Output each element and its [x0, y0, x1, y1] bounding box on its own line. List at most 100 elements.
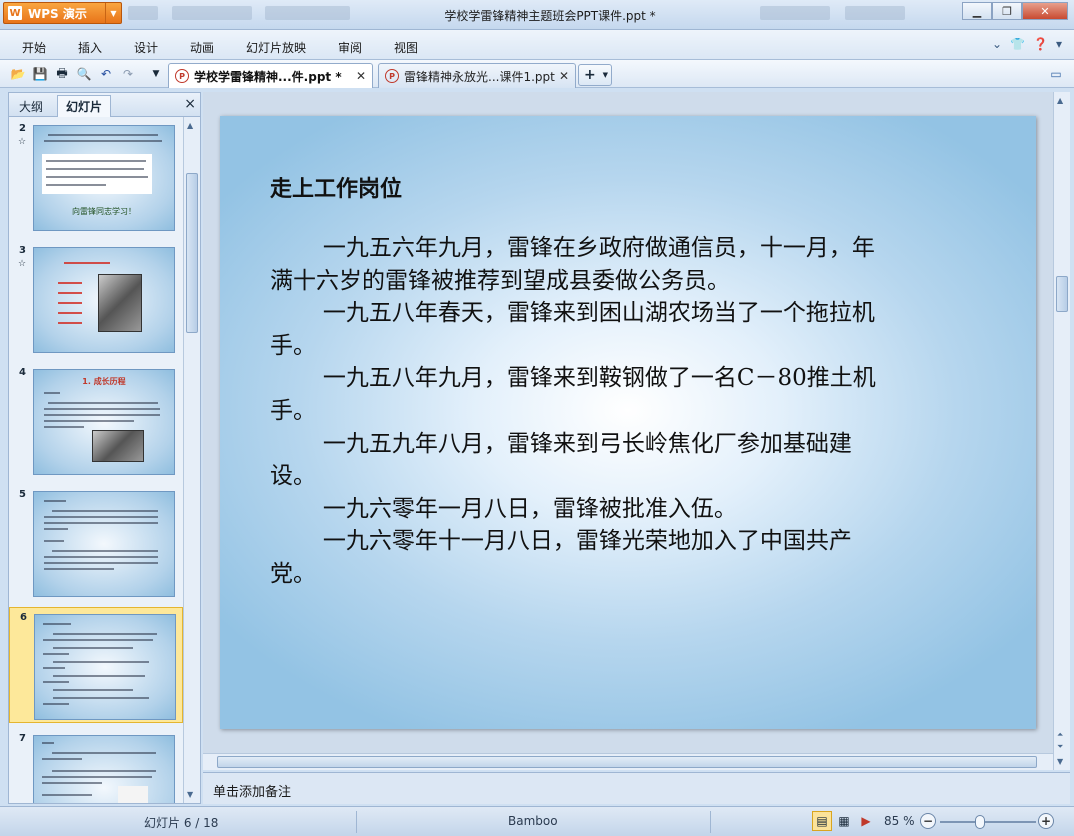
toolbar: 📂 💾 🖶 🔍 ↶ ↷ ▼ P 学校学雷锋精神...件.ppt * ✕ P 雷锋…	[0, 60, 1074, 88]
thumbnail-number: 7	[19, 733, 26, 744]
thumbnail-item[interactable]: 3 ☆	[9, 241, 183, 357]
thumbnail-caption: 向雷锋同志学习！	[72, 207, 136, 216]
thumbnail-item[interactable]: 4 1. 成长历程	[9, 363, 183, 479]
scroll-down-icon[interactable]: ▼	[187, 790, 193, 799]
print-icon[interactable]: 🖶	[54, 66, 70, 82]
slide-paragraph: 一九五八年春天，雷锋来到困山湖农场当了一个拖拉机手。	[270, 300, 875, 359]
theme-name: Bamboo	[508, 814, 558, 828]
window-list-icon[interactable]: ▭	[1048, 66, 1064, 82]
scrollbar-thumb[interactable]	[1056, 276, 1068, 312]
zoom-out-button[interactable]: −	[920, 813, 936, 829]
menu-home[interactable]: 开始	[22, 39, 46, 56]
thumbnail-caption: 1. 成长历程	[82, 377, 126, 386]
scrollbar-thumb[interactable]	[186, 173, 198, 333]
slideshow-play-icon[interactable]: ▶	[856, 811, 876, 831]
minimize-button[interactable]: ▁	[962, 2, 992, 20]
thumbnail-scrollbar[interactable]: ▲ ▼	[183, 117, 200, 803]
skin-shirt-icon[interactable]: 👕	[1010, 37, 1025, 51]
slide-paragraph: 一九六零年十一月八日，雷锋光荣地加入了中国共产党。	[270, 528, 852, 587]
ribbon-collapse-icon[interactable]: ⌄	[992, 37, 1002, 51]
tab-slides[interactable]: 幻灯片	[57, 95, 112, 117]
current-slide[interactable]: 走上工作岗位 一九五六年九月，雷锋在乡政府做通信员，十一月，年满十六岁的雷锋被推…	[220, 116, 1036, 729]
thumbnail-number: 5	[19, 489, 26, 500]
zoom-in-button[interactable]: +	[1038, 813, 1054, 829]
slide-sorter-icon[interactable]: ▦	[834, 811, 854, 831]
next-slide-icon[interactable]: ⏷	[1057, 742, 1063, 752]
menu-insert[interactable]: 插入	[78, 39, 102, 56]
zoom-level[interactable]: 85 %	[884, 814, 915, 828]
menu-review[interactable]: 审阅	[338, 39, 362, 56]
editor-vertical-scrollbar[interactable]: ▲ ⏶ ⏷ ▼	[1053, 92, 1070, 770]
menu-slideshow[interactable]: 幻灯片放映	[246, 39, 306, 56]
save-icon[interactable]: 💾	[32, 66, 48, 82]
plus-icon: +	[584, 67, 596, 83]
notes-placeholder[interactable]: 单击添加备注	[213, 781, 291, 800]
portrait-photo	[98, 274, 142, 332]
scroll-down-icon[interactable]: ▼	[1057, 757, 1063, 766]
calligraphy-image	[118, 786, 148, 803]
chevron-down-icon[interactable]: ▼	[105, 3, 121, 23]
scroll-up-icon[interactable]: ▲	[1057, 96, 1063, 105]
open-folder-icon[interactable]: 📂	[10, 66, 26, 82]
title-bar: W WPS 演示 ▼ 学校学雷锋精神主题班会PPT课件.ppt * ▁ ❐ ✕	[0, 0, 1074, 30]
thumbnail-number: 4	[19, 367, 26, 378]
scroll-up-icon[interactable]: ▲	[187, 121, 193, 130]
thumbnail-number: 2	[19, 123, 26, 134]
help-icon[interactable]: ❓	[1033, 37, 1048, 51]
tab-label: 雷锋精神永放光...课件1.ppt	[404, 69, 555, 84]
notes-pane[interactable]: 单击添加备注	[203, 772, 1070, 804]
restore-button[interactable]: ❐	[992, 2, 1022, 20]
menu-view[interactable]: 视图	[394, 39, 418, 56]
thumbnail-item-selected[interactable]: 6	[9, 607, 183, 723]
undo-icon[interactable]: ↶	[98, 66, 114, 82]
slides-panel: 大纲 幻灯片 × 2 ☆ 向雷锋同志学习！ 3 ☆ 4 1. 成长历程 5 6 …	[8, 92, 201, 804]
menu-bar: 开始 插入 设计 动画 幻灯片放映 审阅 视图 ⌄ 👕 ❓ ▾	[0, 30, 1074, 60]
thumbnail-item[interactable]: 7	[9, 729, 183, 803]
slide-thumbnail: 1. 成长历程	[33, 369, 175, 475]
menu-design[interactable]: 设计	[134, 39, 158, 56]
divider	[710, 811, 711, 833]
redo-icon[interactable]: ↷	[120, 66, 136, 82]
wps-logo-icon: W	[8, 6, 22, 20]
wps-app-menu-button[interactable]: W WPS 演示 ▼	[3, 2, 122, 24]
slide-title[interactable]: 走上工作岗位	[270, 171, 402, 203]
slide-paragraph: 一九五六年九月，雷锋在乡政府做通信员，十一月，年满十六岁的雷锋被推荐到望成县委做…	[270, 235, 875, 294]
chevron-down-icon[interactable]: ▾	[1056, 37, 1062, 51]
zoom-slider-handle[interactable]	[975, 815, 986, 829]
previous-slide-icon[interactable]: ⏶	[1057, 730, 1063, 740]
slide-paragraph: 一九五八年九月，雷锋来到鞍钢做了一名C－80推土机手。	[270, 365, 876, 424]
print-preview-icon[interactable]: 🔍	[76, 66, 92, 82]
thumbnail-item[interactable]: 2 ☆ 向雷锋同志学习！	[9, 119, 183, 235]
slide-body[interactable]: 一九五六年九月，雷锋在乡政府做通信员，十一月，年满十六岁的雷锋被推荐到望成县委做…	[270, 232, 890, 591]
slide-thumbnail: 向雷锋同志学习！	[33, 125, 175, 231]
new-tab-button[interactable]: + ▼	[578, 64, 612, 86]
ppt-file-icon: P	[175, 69, 189, 83]
tab-other-document[interactable]: P 雷锋精神永放光...课件1.ppt ✕	[378, 63, 576, 88]
tab-current-document[interactable]: P 学校学雷锋精神...件.ppt * ✕	[168, 63, 373, 88]
slide-counter: 幻灯片 6 / 18	[144, 816, 219, 830]
close-icon[interactable]: ✕	[559, 69, 569, 83]
slide-thumbnail	[34, 614, 176, 720]
window-controls: ▁ ❐ ✕	[962, 2, 1068, 20]
slide-paragraph: 一九六零年一月八日，雷锋被批准入伍。	[322, 495, 737, 522]
handwriting-image	[42, 154, 152, 194]
thumbnail-number: 6	[20, 612, 27, 623]
slide-thumbnail	[33, 247, 175, 353]
zoom-slider[interactable]	[940, 821, 1036, 823]
close-icon[interactable]: ✕	[356, 69, 366, 83]
tab-outline[interactable]: 大纲	[11, 95, 51, 117]
menu-animation[interactable]: 动画	[190, 39, 214, 56]
thumbnail-number: 3	[19, 245, 26, 256]
scrollbar-thumb[interactable]	[217, 756, 1037, 768]
normal-view-icon[interactable]: ▤	[812, 811, 832, 831]
slide-paragraph: 一九五九年八月，雷锋来到弓长岭焦化厂参加基础建设。	[270, 430, 852, 490]
editor-horizontal-scrollbar[interactable]	[203, 753, 1053, 770]
thumbnail-item[interactable]: 5	[9, 485, 183, 601]
chevron-down-icon[interactable]: ▼	[603, 71, 608, 79]
quick-access-ghost	[172, 6, 252, 20]
chevron-down-icon[interactable]: ▼	[148, 66, 164, 82]
close-button[interactable]: ✕	[1022, 2, 1068, 20]
tab-label: 学校学雷锋精神...件.ppt *	[194, 69, 342, 84]
photo-thumbnail	[92, 430, 144, 462]
close-icon[interactable]: ×	[184, 96, 196, 112]
